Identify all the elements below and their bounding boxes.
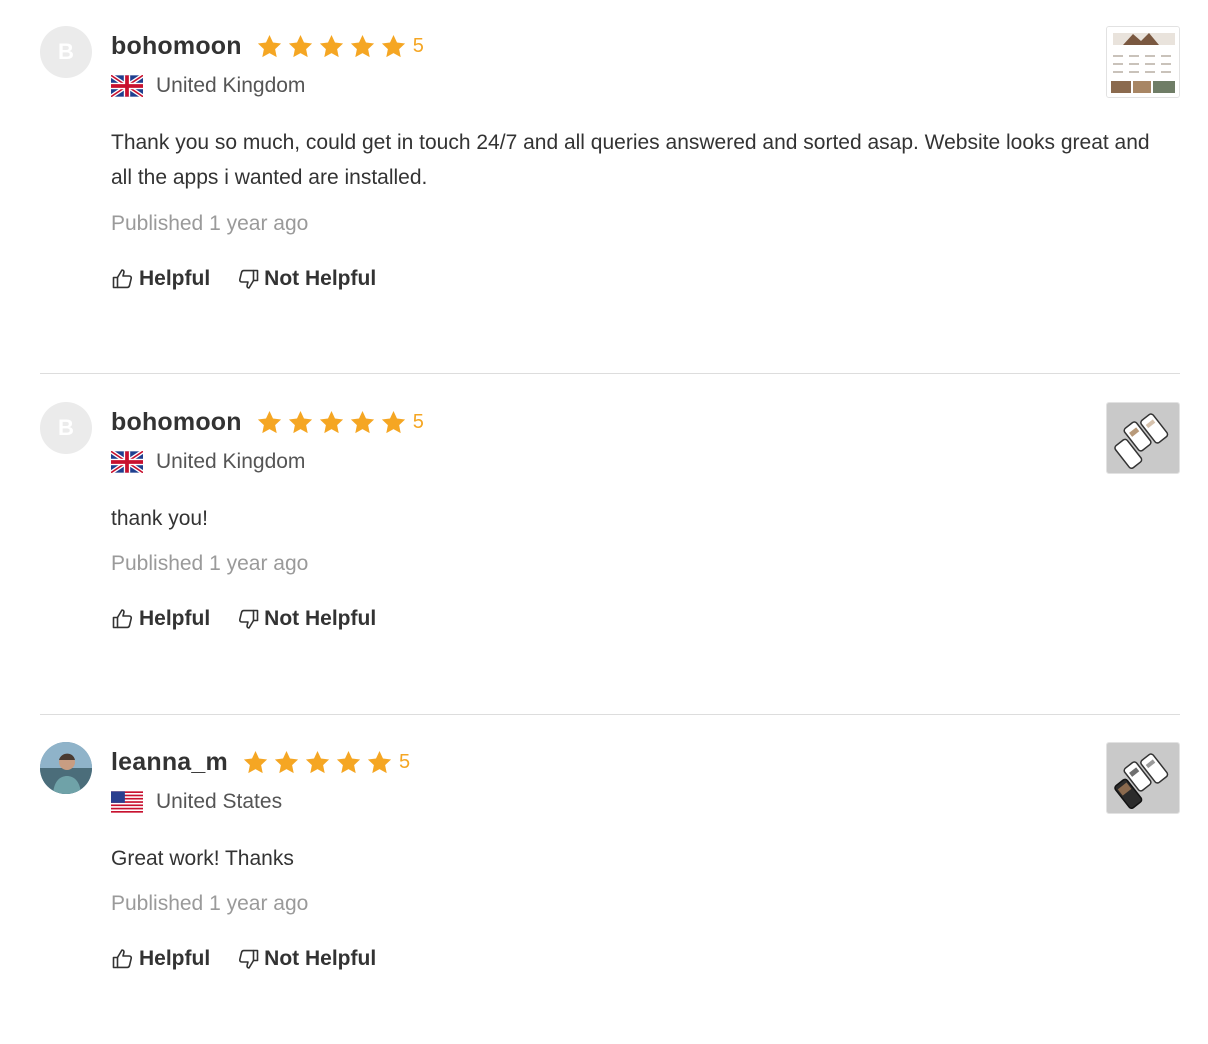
- reviewer-country: United Kingdom: [111, 72, 305, 100]
- not-helpful-label: Not Helpful: [264, 267, 377, 290]
- star-rating: 5: [242, 749, 410, 776]
- review-text: Great work! Thanks: [111, 847, 294, 870]
- review-item: B bohomoon 5 United King: [40, 24, 1180, 364]
- star-icon: [367, 750, 392, 773]
- published-date: Published 1 year ago: [111, 212, 309, 235]
- avatar: B: [40, 26, 92, 78]
- not-helpful-button[interactable]: Not Helpful: [236, 607, 376, 631]
- reviewer-country: United Kingdom: [111, 448, 305, 476]
- helpful-label: Helpful: [139, 607, 211, 630]
- star-icon: [381, 34, 405, 57]
- star-icon: [350, 410, 374, 433]
- star-icon: [288, 410, 312, 433]
- star-icon: [319, 34, 343, 57]
- profile-photo-image: [40, 742, 92, 794]
- country-name: United Kingdom: [156, 74, 306, 97]
- review-actions: Helpful Not Helpful: [111, 607, 402, 631]
- review-attachment-thumbnail[interactable]: [1106, 742, 1180, 814]
- review-item: B bohomoon 5 United King: [40, 400, 1180, 740]
- reviewer-name: bohomoon: [111, 31, 242, 60]
- review-item: leanna_m 5 United States Great work! Tha…: [40, 740, 1180, 1044]
- review-attachment-thumbnail[interactable]: [1106, 402, 1180, 474]
- thumbs-down-icon: [239, 609, 259, 629]
- star-icon: [257, 410, 281, 433]
- thumbs-up-icon: [112, 269, 133, 289]
- published-date: Published 1 year ago: [111, 892, 309, 915]
- star-icon: [288, 34, 312, 57]
- website-screenshot-image: [1107, 27, 1179, 97]
- review-actions: Helpful Not Helpful: [111, 267, 402, 291]
- uk-flag-icon: [111, 75, 143, 97]
- country-name: United States: [156, 790, 283, 813]
- review-actions: Helpful Not Helpful: [111, 947, 402, 971]
- rating-value: 5: [412, 410, 424, 433]
- avatar-initial: B: [58, 39, 74, 64]
- star-icon: [257, 34, 281, 57]
- not-helpful-label: Not Helpful: [264, 947, 377, 970]
- review-text: Thank you so much, could get in touch 24…: [111, 131, 1150, 189]
- review-divider: [40, 714, 1180, 715]
- review-header: bohomoon 5: [111, 28, 424, 64]
- rating-value: 5: [412, 34, 424, 57]
- published-date: Published 1 year ago: [111, 552, 309, 575]
- star-icon: [336, 750, 361, 773]
- star-rating: 5: [256, 409, 424, 436]
- star-icon: [350, 34, 374, 57]
- uk-flag-icon: [111, 451, 143, 473]
- avatar-initial: B: [58, 415, 74, 440]
- rating-value: 5: [398, 750, 411, 773]
- review-text: thank you!: [111, 507, 208, 530]
- thumbs-down-icon: [239, 949, 259, 969]
- star-icon: [381, 410, 405, 433]
- star-icon: [305, 750, 330, 773]
- helpful-label: Helpful: [139, 947, 211, 970]
- helpful-button[interactable]: Helpful: [111, 607, 210, 631]
- phone-mockup-image: [1107, 403, 1179, 473]
- reviewer-country: United States: [111, 788, 282, 816]
- reviewer-name: bohomoon: [111, 407, 242, 436]
- star-rating: 5: [256, 33, 424, 60]
- thumbs-up-icon: [112, 609, 133, 629]
- helpful-button[interactable]: Helpful: [111, 947, 210, 971]
- avatar: [40, 742, 92, 794]
- review-header: leanna_m 5: [111, 744, 410, 780]
- helpful-label: Helpful: [139, 267, 211, 290]
- thumbs-up-icon: [112, 949, 133, 969]
- star-icon: [274, 750, 299, 773]
- star-icon: [319, 410, 343, 433]
- country-name: United Kingdom: [156, 450, 306, 473]
- review-header: bohomoon 5: [111, 404, 424, 440]
- star-icon: [243, 750, 268, 773]
- helpful-button[interactable]: Helpful: [111, 267, 210, 291]
- not-helpful-label: Not Helpful: [264, 607, 377, 630]
- not-helpful-button[interactable]: Not Helpful: [236, 267, 376, 291]
- us-flag-icon: [111, 791, 143, 813]
- not-helpful-button[interactable]: Not Helpful: [236, 947, 376, 971]
- reviewer-name: leanna_m: [111, 747, 228, 776]
- thumbs-down-icon: [239, 269, 259, 289]
- avatar: B: [40, 402, 92, 454]
- review-attachment-thumbnail[interactable]: [1106, 26, 1180, 98]
- review-divider: [40, 373, 1180, 374]
- reviews-list: B bohomoon 5 United Kingdom Thank you so…: [0, 0, 1208, 1044]
- phone-mockup-image: [1107, 743, 1179, 813]
